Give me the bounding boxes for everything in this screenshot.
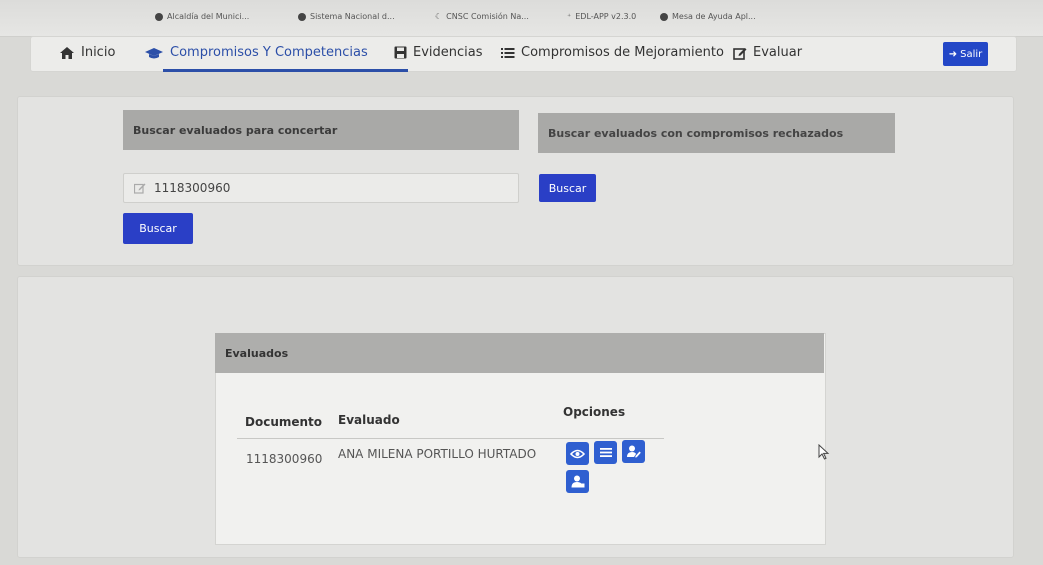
column-header-documento: Documento xyxy=(245,415,323,429)
edit-icon xyxy=(733,47,747,60)
sign-out-icon: ➜ xyxy=(948,48,958,60)
bookmark-cnsc[interactable]: ☾ CNSC Comisión Na... xyxy=(435,12,529,21)
document-search-value: 1118300960 xyxy=(154,181,231,195)
table-header-divider xyxy=(237,438,664,439)
bookmark-icon: ☾ xyxy=(435,12,443,21)
home-icon xyxy=(60,46,74,59)
column-header-opciones: Opciones xyxy=(563,405,626,419)
list-icon xyxy=(501,47,515,58)
globe-icon xyxy=(660,12,668,21)
list-icon xyxy=(599,448,612,457)
list-compromisos-button[interactable] xyxy=(594,441,617,464)
document-search-input[interactable]: 1118300960 xyxy=(123,173,519,203)
view-evaluado-button[interactable] xyxy=(566,442,589,465)
evaluados-header: Evaluados xyxy=(215,333,824,373)
search-rechazados-button[interactable]: Buscar xyxy=(539,174,596,202)
user-edit-icon xyxy=(626,445,641,458)
graduation-cap-icon xyxy=(145,47,163,58)
bookmark-sistema-nacional[interactable]: Sistema Nacional d... xyxy=(298,12,395,21)
cell-evaluado: ANA MILENA PORTILLO HURTADO xyxy=(338,447,537,461)
assign-user-button[interactable] xyxy=(566,470,589,493)
bookmark-icon: ⁺ xyxy=(567,12,572,21)
globe-icon xyxy=(298,12,306,21)
user-icon xyxy=(571,475,584,488)
top-navbar: Inicio Compromisos Y Competencias Eviden… xyxy=(30,36,1017,72)
nav-evidencias[interactable]: Evidencias xyxy=(394,45,483,60)
logout-button[interactable]: ➜ Salir xyxy=(943,42,988,66)
edit-user-button[interactable] xyxy=(622,440,645,463)
save-icon xyxy=(394,46,407,59)
search-concertar-button[interactable]: Buscar xyxy=(123,213,193,244)
nav-mejoramiento[interactable]: Compromisos de Mejoramiento xyxy=(501,45,724,60)
cell-documento: 1118300960 xyxy=(246,452,323,466)
column-header-evaluado: Evaluado xyxy=(338,413,400,427)
globe-icon xyxy=(155,12,163,21)
active-tab-indicator xyxy=(163,69,408,72)
edit-icon xyxy=(134,183,146,194)
search-concertar-header: Buscar evaluados para concertar xyxy=(123,110,519,150)
nav-inicio[interactable]: Inicio xyxy=(59,45,115,60)
search-rechazados-header: Buscar evaluados con compromisos rechaza… xyxy=(538,113,895,153)
bookmark-edl-app[interactable]: ⁺ EDL-APP v2.3.0 xyxy=(567,12,636,21)
nav-evaluar[interactable]: Evaluar xyxy=(733,45,802,60)
bookmarks-bar: Alcaldía del Munici... Sistema Nacional … xyxy=(0,0,1043,37)
eye-icon xyxy=(570,449,585,458)
nav-compromisos[interactable]: Compromisos Y Competencias xyxy=(144,45,368,60)
mouse-cursor-icon xyxy=(818,444,830,460)
bookmark-alcaldia[interactable]: Alcaldía del Munici... xyxy=(155,12,249,21)
bookmark-mesa-ayuda[interactable]: Mesa de Ayuda Apl... xyxy=(660,12,756,21)
